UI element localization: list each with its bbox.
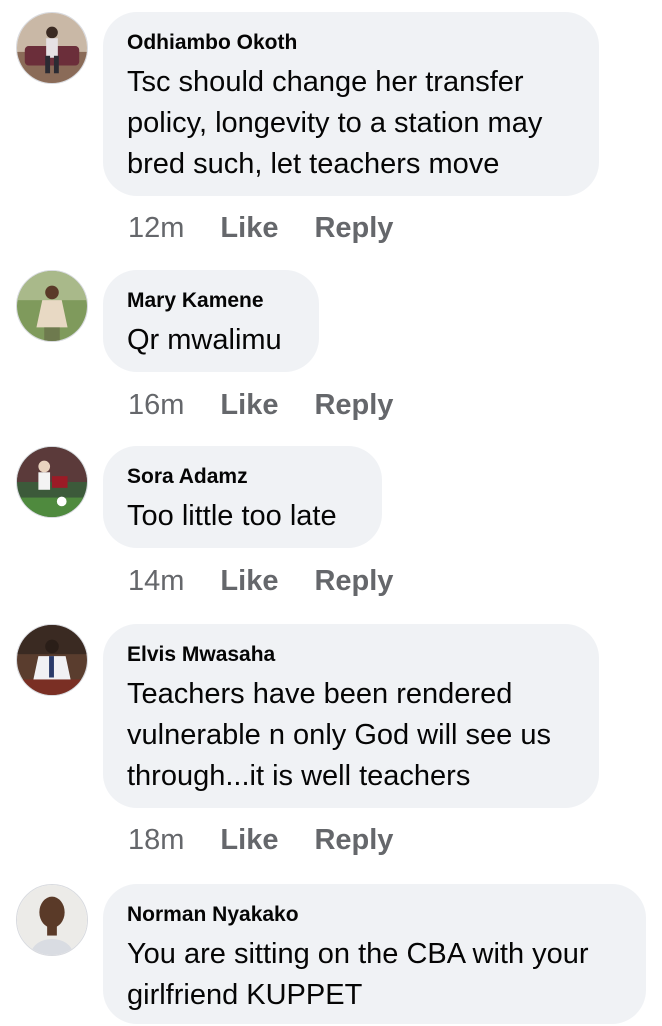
avatar[interactable] xyxy=(16,624,88,696)
comment-timestamp[interactable]: 16m xyxy=(128,388,184,422)
like-button[interactable]: Like xyxy=(220,211,278,245)
comment-bubble: Sora Adamz Too little too late xyxy=(103,446,382,548)
comment-bubble: Odhiambo Okoth Tsc should change her tra… xyxy=(103,12,599,196)
comment-text: Qr mwalimu xyxy=(127,324,282,356)
comment-author[interactable]: Odhiambo Okoth xyxy=(127,30,575,56)
avatar-photo xyxy=(17,13,87,83)
reply-button[interactable]: Reply xyxy=(314,823,393,857)
comment-text: Too little too late xyxy=(127,500,337,532)
comment-actions: 16m Like Reply xyxy=(128,388,429,422)
avatar-photo xyxy=(17,271,87,341)
avatar[interactable] xyxy=(16,270,88,342)
comment-bubble: Mary Kamene Qr mwalimu xyxy=(103,270,319,372)
comment-bubble: Elvis Mwasaha Teachers have been rendere… xyxy=(103,624,599,808)
avatar-photo xyxy=(17,885,87,955)
comment-text: Tsc should change her transfer policy, l… xyxy=(127,66,543,180)
comment-text: You are sitting on the CBA with your gir… xyxy=(127,938,589,1011)
comment-actions: 12m Like Reply xyxy=(128,211,429,245)
comment-author[interactable]: Sora Adamz xyxy=(127,464,358,490)
like-button[interactable]: Like xyxy=(220,823,278,857)
comment-author[interactable]: Elvis Mwasaha xyxy=(127,642,575,668)
like-button[interactable]: Like xyxy=(220,564,278,598)
avatar[interactable] xyxy=(16,446,88,518)
reply-button[interactable]: Reply xyxy=(314,211,393,245)
avatar-photo xyxy=(17,625,87,695)
avatar[interactable] xyxy=(16,884,88,956)
comment-timestamp[interactable]: 14m xyxy=(128,564,184,598)
comment-actions: 14m Like Reply xyxy=(128,564,429,598)
reply-button[interactable]: Reply xyxy=(314,388,393,422)
avatar-photo xyxy=(17,447,87,517)
comment-author[interactable]: Mary Kamene xyxy=(127,288,295,314)
comment-timestamp[interactable]: 18m xyxy=(128,823,184,857)
reply-button[interactable]: Reply xyxy=(314,564,393,598)
comment-author[interactable]: Norman Nyakako xyxy=(127,902,622,928)
comment-bubble: Norman Nyakako You are sitting on the CB… xyxy=(103,884,646,1024)
comment-timestamp[interactable]: 12m xyxy=(128,211,184,245)
comment-actions: 18m Like Reply xyxy=(128,823,429,857)
avatar[interactable] xyxy=(16,12,88,84)
comment-text: Teachers have been rendered vulnerable n… xyxy=(127,678,551,792)
like-button[interactable]: Like xyxy=(220,388,278,422)
